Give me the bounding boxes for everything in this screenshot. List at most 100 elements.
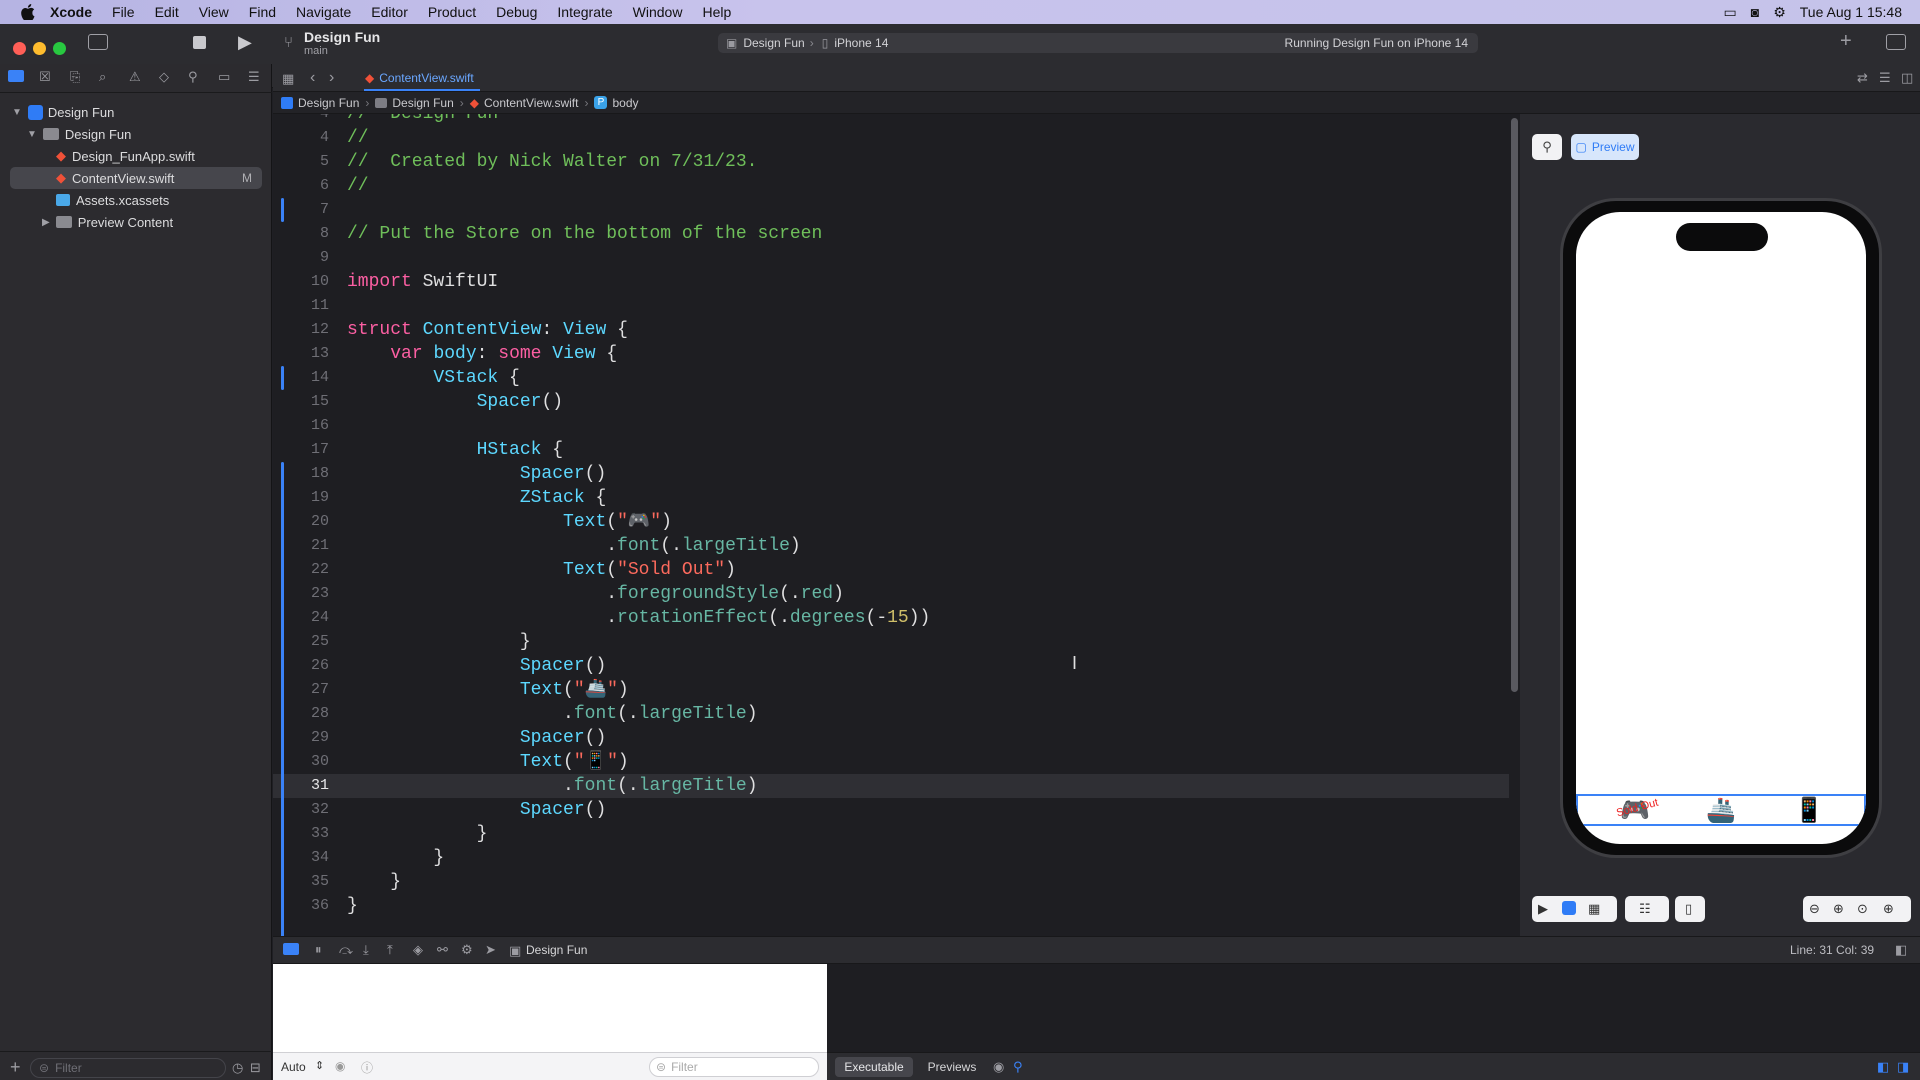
stop-icon[interactable] (193, 36, 206, 49)
zoom-window-button[interactable] (53, 42, 66, 55)
add-file-icon[interactable]: + (10, 1057, 21, 1078)
menu-debug[interactable]: Debug (496, 4, 537, 20)
code-line[interactable]: 30 Text("📱") (273, 750, 1509, 774)
menu-editor[interactable]: Editor (371, 4, 408, 20)
issue-icon[interactable]: ⚠ (129, 69, 141, 85)
control-center-icon[interactable]: ⚙ (1773, 4, 1786, 21)
refresh-icon[interactable]: ⇄ (1857, 70, 1868, 86)
code-line[interactable]: 18 Spacer() (273, 462, 1509, 486)
code-line[interactable]: 29 Spacer() (273, 726, 1509, 750)
navigator-filter-field[interactable]: ⊜ Filter (30, 1058, 226, 1078)
code-line[interactable]: 27 Text("🚢") (273, 678, 1509, 702)
add-library-icon[interactable]: + (1840, 30, 1852, 53)
code-line[interactable]: 7 (273, 198, 1509, 222)
code-line[interactable]: 23 .foregroundStyle(.red) (273, 582, 1509, 606)
line-number[interactable]: 4 (273, 126, 329, 150)
line-number[interactable]: 8 (273, 222, 329, 246)
source-control-icon[interactable]: ☒ (39, 69, 51, 85)
menu-app-name[interactable]: Xcode (50, 4, 92, 20)
run-icon[interactable]: ▶ (238, 32, 252, 53)
menu-integrate[interactable]: Integrate (557, 4, 612, 20)
code-line[interactable]: 10 import SwiftUI (273, 270, 1509, 294)
tab-previews[interactable]: Previews (919, 1057, 985, 1077)
breakpoint-icon[interactable]: ▭ (218, 69, 230, 85)
forward-icon[interactable]: › (329, 69, 334, 87)
pin-icon[interactable]: ⚲ (1532, 134, 1562, 160)
device-selector[interactable]: iPhone 14 (834, 36, 888, 50)
code-line[interactable]: 34 } (273, 846, 1509, 870)
device-settings-button[interactable]: ☷ (1625, 896, 1669, 922)
chevron-down-icon[interactable]: ▼ (12, 107, 22, 118)
debug-navigator-icon[interactable]: ⚲ (188, 69, 198, 85)
menu-edit[interactable]: Edit (155, 4, 179, 20)
code-line[interactable]: 17 HStack { (273, 438, 1509, 462)
line-number[interactable]: 13 (273, 342, 329, 366)
code-line[interactable]: 20 Text("🎮") (273, 510, 1509, 534)
location-icon[interactable]: ➤ (485, 942, 496, 958)
line-number[interactable]: 12 (273, 318, 329, 342)
code-line-current[interactable]: 31 .font(.largeTitle) (273, 774, 1509, 798)
zoom-in-icon[interactable]: ⊕ (1833, 901, 1844, 917)
code-line[interactable]: 11 (273, 294, 1509, 318)
breadcrumb-symbol[interactable]: body (612, 96, 638, 110)
menu-help[interactable]: Help (702, 4, 731, 20)
eye-icon[interactable]: ◉ (335, 1059, 345, 1073)
scm-filter-icon[interactable]: ⊟ (250, 1060, 261, 1076)
display-icon[interactable]: ▭ (1724, 4, 1737, 21)
split-right-icon[interactable]: ◨ (1897, 1059, 1909, 1075)
line-number[interactable]: 6 (273, 174, 329, 198)
code-line[interactable]: 33 } (273, 822, 1509, 846)
menu-find[interactable]: Find (249, 4, 276, 20)
hide-debug-icon[interactable] (283, 943, 299, 955)
grid-icon[interactable]: ▦ (282, 71, 294, 87)
apple-icon[interactable] (20, 4, 36, 20)
menu-product[interactable]: Product (428, 4, 476, 20)
recent-files-icon[interactable]: ◷ (232, 1060, 243, 1076)
back-icon[interactable]: ‹ (310, 69, 315, 87)
editor-options-icon[interactable]: ☰ (1879, 70, 1891, 86)
menu-view[interactable]: View (199, 4, 229, 20)
sidebar-toggle-icon[interactable] (88, 34, 108, 50)
code-line[interactable]: 25 } (273, 630, 1509, 654)
find-icon[interactable]: ⌕ (99, 69, 106, 85)
code-line[interactable]: 14 VStack { (273, 366, 1509, 390)
minimize-window-button[interactable] (33, 42, 46, 55)
zoom-fit-icon[interactable]: ⊙ (1857, 901, 1868, 917)
line-number[interactable]: 16 (273, 414, 329, 438)
chevron-right-icon[interactable]: ▶ (42, 217, 50, 228)
breadcrumb-file[interactable]: ContentView.swift (484, 96, 579, 110)
test-icon[interactable]: ◇ (159, 69, 169, 85)
scheme-selector[interactable]: Design Fun (743, 36, 804, 50)
step-over-icon[interactable]: ⤼ (339, 942, 353, 958)
editor-scrollbar[interactable] (1511, 118, 1518, 692)
code-line[interactable]: 19 ZStack { (273, 486, 1509, 510)
line-number[interactable]: 17 (273, 438, 329, 462)
menu-file[interactable]: File (112, 4, 135, 20)
preview-mode-button[interactable]: ▢ Preview (1571, 134, 1639, 160)
variables-filter-field[interactable]: ⊜ Filter (649, 1057, 819, 1077)
bookmark-icon[interactable]: ⎘ (70, 69, 80, 85)
pause-icon[interactable]: ⏸ (315, 942, 322, 958)
zoom-actual-icon[interactable]: ⊕ (1883, 901, 1894, 917)
code-line[interactable]: 35 } (273, 870, 1509, 894)
code-line[interactable]: 12 struct ContentView: View { (273, 318, 1509, 342)
screen-record-icon[interactable]: ◙ (1751, 4, 1759, 20)
breadcrumb-group[interactable]: Design Fun (392, 96, 453, 110)
scope-selector[interactable]: Auto (281, 1060, 306, 1074)
view-hierarchy-icon[interactable]: ◈ (413, 942, 423, 958)
inspector-icon[interactable]: ◧ (1895, 942, 1907, 958)
zoom-out-icon[interactable]: ⊖ (1809, 901, 1820, 917)
code-editor[interactable]: 4 // Design Fun 4 // 5 // Created by Nick Wal… (273, 114, 1509, 936)
line-number[interactable]: 11 (273, 294, 329, 318)
line-number[interactable]: 4 (273, 114, 329, 126)
split-left-icon[interactable]: ◧ (1877, 1059, 1889, 1075)
tab-executable[interactable]: Executable (835, 1057, 913, 1077)
chevron-down-icon[interactable]: ▼ (27, 129, 37, 140)
variants-icon[interactable]: ▦ (1588, 901, 1600, 917)
pin-icon[interactable]: ⚲ (1013, 1059, 1023, 1075)
info-icon[interactable]: ⓘ (361, 1059, 373, 1076)
iphone-screen[interactable]: 🎮 Sold Out 🚢 📱 (1576, 212, 1866, 844)
tab-contentview[interactable]: ◆ ContentView.swift (365, 68, 474, 88)
inspector-toggle-icon[interactable] (1886, 34, 1906, 50)
step-out-icon[interactable]: ⤒ (387, 942, 393, 958)
